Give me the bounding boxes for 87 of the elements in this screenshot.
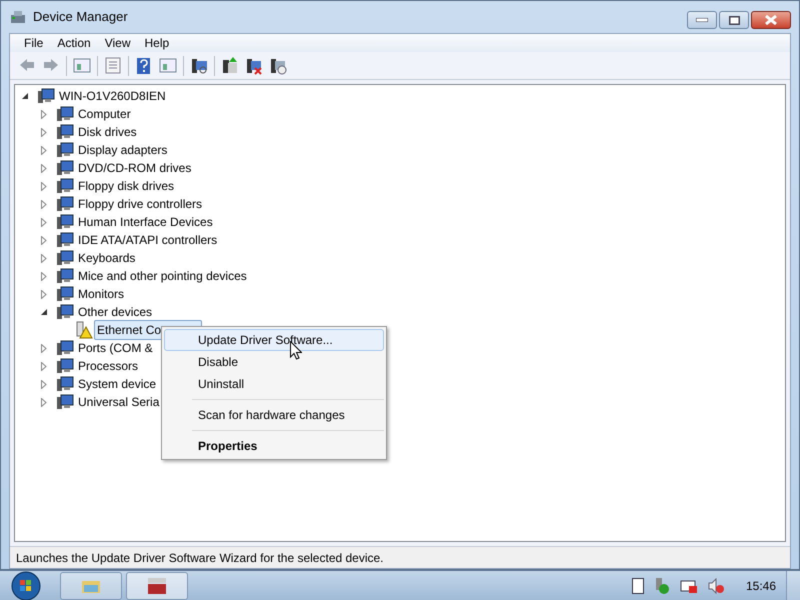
- maximize-button[interactable]: [719, 11, 749, 29]
- context-menu-item[interactable]: Scan for hardware changes: [164, 404, 384, 426]
- tree-item[interactable]: Other devices: [75, 302, 156, 322]
- tree-item[interactable]: Floppy drive controllers: [75, 194, 206, 214]
- device-icon: [56, 286, 74, 302]
- expand-arrow-icon[interactable]: [41, 254, 47, 262]
- context-menu-item[interactable]: Properties: [164, 435, 384, 457]
- expand-arrow-icon[interactable]: [41, 380, 47, 388]
- expand-arrow-icon[interactable]: [41, 200, 47, 208]
- device-icon: [56, 178, 74, 194]
- minimize-button[interactable]: [687, 11, 717, 29]
- disable-device-icon[interactable]: [269, 56, 287, 74]
- tree-item[interactable]: Disk drives: [75, 122, 140, 142]
- context-menu-item[interactable]: Disable: [164, 351, 384, 373]
- tree-item[interactable]: Monitors: [75, 284, 128, 304]
- context-menu-item[interactable]: Update Driver Software...: [164, 329, 384, 351]
- expand-arrow-icon[interactable]: [41, 182, 47, 190]
- scan-hardware-icon[interactable]: [190, 56, 208, 74]
- expand-arrow-icon[interactable]: [41, 110, 47, 118]
- device-icon: [56, 124, 74, 140]
- minimize-icon: [696, 18, 708, 22]
- taskbar-button[interactable]: [60, 572, 122, 600]
- expand-arrow-icon[interactable]: [41, 362, 47, 370]
- collapse-arrow-icon[interactable]: [22, 92, 28, 100]
- expand-arrow-icon[interactable]: [41, 398, 47, 406]
- uninstall-icon[interactable]: [245, 56, 263, 74]
- tree-item[interactable]: IDE ATA/ATAPI controllers: [75, 230, 220, 250]
- help-icon[interactable]: [135, 56, 153, 74]
- toolbox-icon: [148, 578, 166, 594]
- clock[interactable]: 15:46: [746, 576, 776, 594]
- expand-arrow-icon[interactable]: [41, 344, 47, 352]
- window-pane-icon[interactable]: [159, 56, 177, 74]
- menu-item[interactable]: File: [18, 34, 50, 52]
- device-manager-icon: [9, 9, 27, 25]
- device-icon: [56, 232, 74, 248]
- tree-item[interactable]: Ports (COM &: [75, 338, 156, 358]
- tree-item[interactable]: Floppy disk drives: [75, 176, 178, 196]
- network-error-icon[interactable]: [680, 578, 698, 594]
- tree-item[interactable]: WIN-O1V260D8IEN: [56, 86, 169, 106]
- list-icon[interactable]: [104, 56, 122, 74]
- window-pane-icon[interactable]: [73, 56, 91, 74]
- menu-item[interactable]: Help: [138, 34, 176, 52]
- device-icon: [56, 250, 74, 266]
- device-icon: [56, 304, 74, 320]
- collapse-arrow-icon[interactable]: [40, 308, 48, 316]
- device-icon: [56, 394, 74, 410]
- tree-item[interactable]: Display adapters: [75, 140, 170, 160]
- device-icon: [56, 340, 74, 356]
- menu-item[interactable]: Action: [51, 34, 97, 52]
- tree-item[interactable]: Keyboards: [75, 248, 138, 268]
- expand-arrow-icon[interactable]: [41, 236, 47, 244]
- expand-arrow-icon[interactable]: [41, 272, 47, 280]
- close-icon: [765, 15, 777, 25]
- device-icon: [56, 142, 74, 158]
- document-icon[interactable]: [632, 578, 644, 594]
- menu-item[interactable]: View: [98, 34, 136, 52]
- maximize-icon: [728, 16, 740, 24]
- device-icon: [56, 196, 74, 212]
- show-desktop-button[interactable]: [786, 570, 800, 600]
- expand-arrow-icon[interactable]: [41, 290, 47, 298]
- status-bar-text: Launches the Update Driver Software Wizard for the selected device.: [16, 550, 384, 566]
- taskbar-button[interactable]: [126, 572, 188, 600]
- device-icon: [56, 358, 74, 374]
- tree-item[interactable]: Processors: [75, 356, 142, 376]
- expand-arrow-icon[interactable]: [41, 128, 47, 136]
- update-driver-icon[interactable]: [221, 56, 239, 74]
- device-icon: [56, 376, 74, 392]
- context-menu-item[interactable]: Uninstall: [164, 373, 384, 395]
- tree-item[interactable]: DVD/CD-ROM drives: [75, 158, 194, 178]
- device-icon: [37, 88, 55, 104]
- tree-item[interactable]: System device: [75, 374, 160, 394]
- expand-arrow-icon[interactable]: [41, 218, 47, 226]
- device-icon: [56, 160, 74, 176]
- tree-item[interactable]: Computer: [75, 104, 134, 124]
- expand-arrow-icon[interactable]: [41, 146, 47, 154]
- tree-item[interactable]: Mice and other pointing devices: [75, 266, 250, 286]
- device-icon: [56, 214, 74, 230]
- device-icon: [56, 106, 74, 122]
- usb-device-icon[interactable]: [654, 578, 670, 594]
- close-button[interactable]: [751, 11, 791, 29]
- tree-item[interactable]: Human Interface Devices: [75, 212, 216, 232]
- tree-item[interactable]: Universal Seria: [75, 392, 162, 412]
- speaker-muted-icon[interactable]: [708, 578, 724, 594]
- device-icon: [56, 268, 74, 284]
- window-title: Device Manager: [33, 8, 128, 26]
- expand-arrow-icon[interactable]: [41, 164, 47, 172]
- folder-icon: [82, 578, 100, 592]
